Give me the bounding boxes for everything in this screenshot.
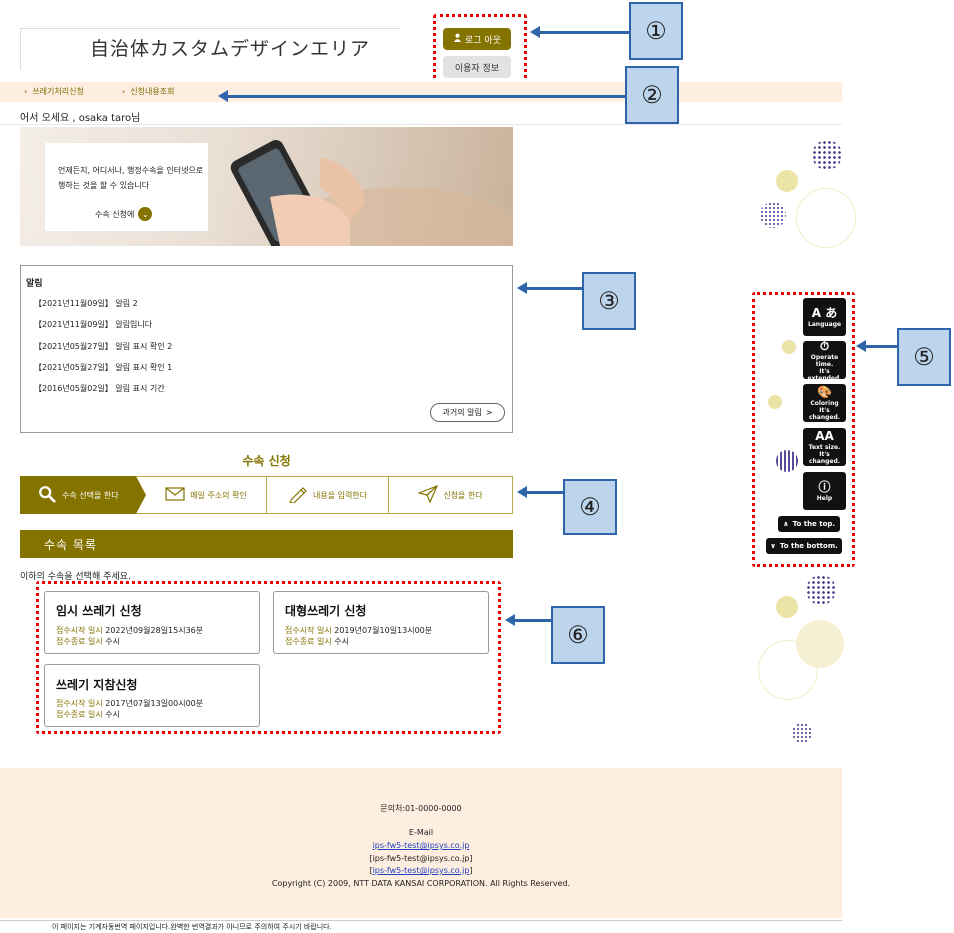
notice-item[interactable]: 【2021년05월27일】 알림 표시 확인 1 (34, 362, 172, 373)
search-icon (38, 485, 56, 505)
hero-text: 언제든지, 어디서나, 행정수속을 인터넷으로 행하는 것을 할 수 있습니다 (58, 166, 204, 190)
arrow-4 (527, 491, 563, 494)
callout-4: ④ (563, 479, 617, 535)
decorative-circle (776, 170, 798, 192)
callout-5: ⑤ (897, 328, 951, 386)
help-button[interactable]: ⓘ Help (803, 472, 846, 510)
callout-6: ⑥ (551, 606, 605, 664)
footer-contact: 문의처:01-0000-0000 (380, 804, 462, 813)
divider (0, 920, 842, 921)
past-notices-button[interactable]: 과거의 알림 > (430, 403, 505, 422)
steps-title: 수속 신청 (242, 454, 291, 468)
notice-item[interactable]: 【2016년05월02일】 알림 표시 기간 (34, 383, 165, 394)
nav-item-application-inquiry[interactable]: › 신청내용조회 (122, 86, 174, 97)
machine-translation-note: 이 페이지는 기계자동번역 페이지입니다.완벽한 번역결과가 아니므로 주의하여… (52, 923, 332, 931)
divider (0, 124, 842, 125)
chevron-right-icon: › (24, 87, 28, 96)
decorative-dots (812, 140, 842, 170)
arrow-1 (540, 31, 629, 34)
to-top-button[interactable]: ∧ To the top. (778, 516, 840, 532)
footer-email-label: E-Mail (408, 828, 434, 837)
arrow-3 (527, 287, 582, 290)
help-icon: ⓘ (818, 480, 831, 494)
step-select-procedure: 수속 선택을 한다 (20, 476, 146, 514)
arrow-6-head (505, 614, 515, 626)
step-confirm-email: 메일 주소의 확인 (146, 476, 266, 514)
language-button[interactable]: A あ Language (803, 298, 846, 336)
operate-time-button[interactable]: ⏱ Operate time. It's extended. (803, 338, 846, 382)
translate-icon: A あ (811, 306, 838, 320)
decorative-dots (760, 202, 786, 228)
step-enter-content: 내용을 입력한다 (267, 476, 388, 514)
text-size-icon: AA (815, 429, 834, 443)
envelope-icon (165, 487, 185, 503)
chevron-down-icon: ∨ (770, 542, 776, 550)
notice-item[interactable]: 【2021년11월09일】 알림 2 (34, 298, 138, 309)
to-bottom-button[interactable]: ∨ To the bottom. (766, 538, 842, 554)
notice-item[interactable]: 【2021년05월27일】 알림 표시 확인 2 (34, 341, 172, 352)
decorative-circle (758, 640, 818, 700)
highlight-box-6 (36, 581, 501, 734)
decorative-dots (792, 723, 812, 743)
highlight-box-1 (433, 14, 527, 86)
greeting-text: 어서 오세요 , osaka taro님 (20, 113, 141, 124)
callout-2: ② (625, 66, 679, 124)
arrow-6 (515, 619, 551, 622)
chevron-up-icon: ∧ (782, 520, 789, 528)
chevron-down-icon: ⌄ (138, 207, 153, 221)
footer-copyright: Copyright (C) 2009, NTT DATA KANSAI CORP… (271, 879, 571, 888)
pencil-icon (288, 485, 308, 505)
footer-email-link[interactable]: [ips-fw5-test@ipsys.co.jp] (0, 866, 842, 875)
footer-email-link[interactable]: ips-fw5-test@ipsys.co.jp (0, 841, 842, 850)
arrow-3-head (517, 282, 527, 294)
coloring-button[interactable]: 🎨 Coloring It's changed. (803, 384, 846, 422)
site-title: 自治体カスタムデザインエリア (90, 38, 371, 60)
decorative-circle (776, 596, 798, 618)
nav-item-garbage-apply[interactable]: › 쓰레기처리신청 (24, 86, 84, 97)
callout-1: ① (629, 2, 683, 60)
procedure-list-header: 수속 목록 (20, 530, 513, 558)
callout-3: ③ (582, 272, 636, 330)
text-size-button[interactable]: AA Text size. It's changed. (803, 428, 846, 466)
arrow-1-head (530, 26, 540, 38)
chevron-right-icon: > (485, 408, 493, 417)
footer-email-text: [ips-fw5-test@ipsys.co.jp] (369, 854, 473, 863)
arrow-5-head (856, 340, 866, 352)
stopwatch-icon: ⏱ (819, 338, 830, 353)
decorative-circle (796, 188, 856, 248)
paper-plane-icon (417, 484, 439, 505)
notice-title: 알림 (26, 279, 43, 289)
arrow-4-head (517, 486, 527, 498)
hero-apply-link[interactable]: 수속 신청에 ⌄ (95, 207, 153, 221)
palette-icon: 🎨 (817, 385, 832, 399)
arrow-2 (228, 95, 625, 98)
arrow-2-head (218, 90, 228, 102)
decorative-dots (806, 575, 836, 605)
arrow-5 (866, 345, 897, 348)
notice-item[interactable]: 【2021년11월09일】 알림입니다 (34, 319, 152, 330)
chevron-right-icon: › (122, 87, 126, 96)
step-submit: 신청을 한다 (389, 476, 512, 514)
